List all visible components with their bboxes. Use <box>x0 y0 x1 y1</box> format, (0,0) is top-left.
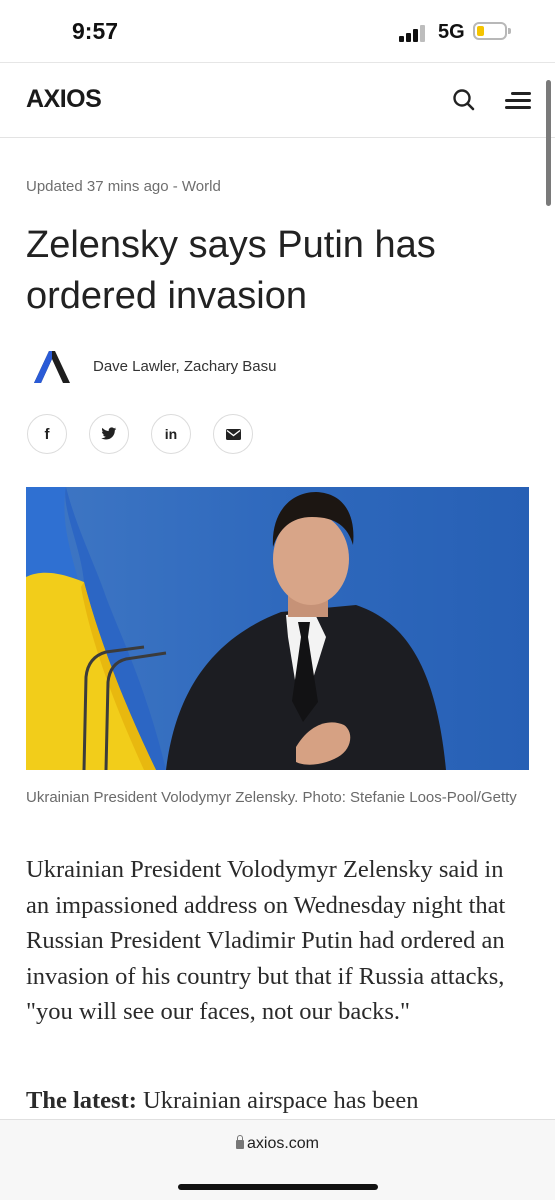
latest-text: Ukrainian airspace has been <box>136 1087 419 1114</box>
linkedin-icon: in <box>164 426 178 442</box>
share-email-button[interactable] <box>213 414 253 454</box>
article-latest: The latest: Ukrainian airspace has been <box>26 1083 531 1118</box>
article-authors[interactable]: Dave Lawler, Zachary Basu <box>93 358 276 375</box>
photo-caption: Ukrainian President Volodymyr Zelensky. … <box>26 789 517 806</box>
status-bar: 9:57 5G <box>0 0 555 62</box>
cellular-signal-icon <box>399 24 429 42</box>
share-twitter-button[interactable] <box>89 414 129 454</box>
search-icon <box>453 89 475 111</box>
axios-logo[interactable]: AXIOS <box>26 85 102 114</box>
axios-author-logo <box>32 350 72 384</box>
share-linkedin-button[interactable]: in <box>151 414 191 454</box>
network-type: 5G <box>438 21 465 43</box>
browser-url-bar[interactable]: axios.com <box>0 1119 555 1200</box>
logo-text: AXIOS <box>26 85 102 113</box>
battery-tip <box>508 28 511 34</box>
article-meta: Updated 37 mins ago - World <box>26 178 221 195</box>
latest-label: The latest: <box>26 1087 137 1114</box>
lock-icon <box>235 1135 244 1149</box>
facebook-icon: f <box>44 425 50 443</box>
home-indicator[interactable] <box>178 1184 378 1190</box>
url-text: axios.com <box>246 1135 320 1152</box>
search-button[interactable] <box>451 87 477 113</box>
share-facebook-button[interactable]: f <box>27 414 67 454</box>
article-paragraph: Ukrainian President Volodymyr Zelensky s… <box>26 856 506 1025</box>
twitter-icon <box>101 427 117 440</box>
url-display[interactable]: axios.com <box>0 1135 555 1153</box>
email-icon <box>225 428 241 440</box>
article-headline: Zelensky says Putin has ordered invasion <box>26 224 436 317</box>
site-header: AXIOS <box>0 62 555 138</box>
status-time: 9:57 <box>72 18 119 44</box>
page-scrollbar[interactable] <box>546 80 551 206</box>
article-photo[interactable] <box>26 487 529 770</box>
menu-button[interactable] <box>503 87 531 113</box>
battery-icon <box>473 22 507 40</box>
